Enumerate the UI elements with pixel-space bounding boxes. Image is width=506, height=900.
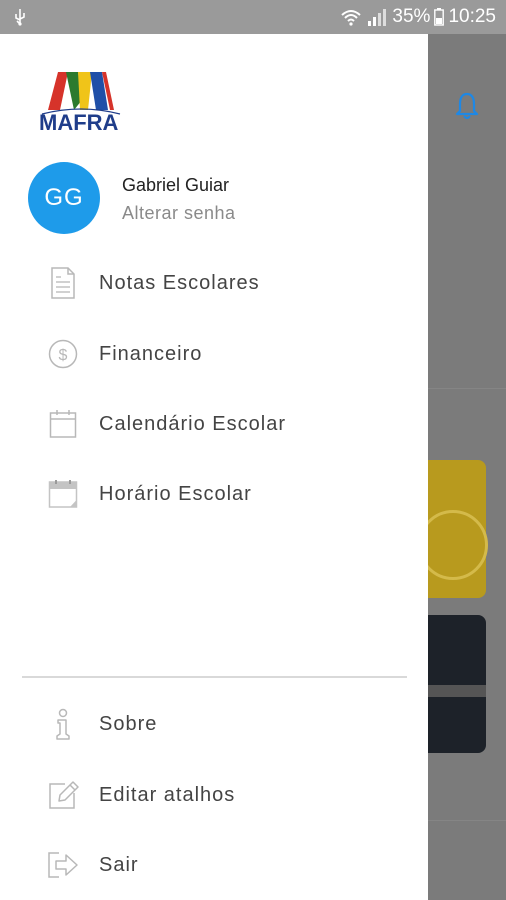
navigation-drawer: MAFRA GG Gabriel Guiar Alterar senha Not… — [0, 34, 428, 900]
finance-shortcut-card[interactable] — [418, 460, 488, 598]
avatar[interactable]: GG — [28, 162, 100, 234]
menu-item-label: Notas Escolares — [99, 271, 260, 294]
logout-icon — [46, 848, 80, 882]
menu-item-editar-atalhos[interactable]: Editar atalhos — [0, 765, 428, 825]
menu-item-label: Sobre — [99, 712, 158, 735]
change-password-link[interactable]: Alterar senha — [122, 203, 236, 224]
clock: 10:25 — [448, 6, 496, 27]
avatar-initials: GG — [44, 184, 84, 211]
divider — [428, 820, 506, 821]
grades-document-icon — [46, 266, 80, 300]
menu-item-label: Editar atalhos — [99, 783, 236, 806]
battery-icon — [434, 8, 445, 26]
schedule-shortcut-card[interactable] — [428, 615, 486, 753]
menu-item-notas-escolares[interactable]: Notas Escolares — [0, 253, 428, 313]
calendar-icon — [46, 407, 80, 441]
schedule-calendar-icon — [46, 477, 80, 511]
menu-divider — [22, 676, 407, 678]
usb-icon — [15, 9, 25, 26]
status-bar: 35% 10:25 — [0, 0, 506, 34]
svg-text:$: $ — [59, 347, 68, 364]
signal-icon — [368, 9, 387, 26]
menu-item-horario-escolar[interactable]: Horário Escolar — [0, 464, 428, 524]
divider — [428, 388, 506, 389]
menu-item-label: Sair — [99, 853, 139, 876]
menu-item-sobre[interactable]: Sobre — [0, 694, 428, 754]
shelf-shape — [428, 685, 486, 697]
wifi-icon — [341, 10, 362, 26]
user-name: Gabriel Guiar — [122, 175, 230, 195]
dollar-coin-icon — [418, 510, 488, 580]
menu-item-sair[interactable]: Sair — [0, 835, 428, 895]
menu-item-financeiro[interactable]: $ Financeiro — [0, 324, 428, 384]
info-icon — [46, 707, 80, 741]
edit-icon — [46, 778, 80, 812]
menu-item-label: Calendário Escolar — [99, 412, 286, 435]
notification-bell-icon[interactable] — [454, 91, 480, 121]
menu-item-label: Horário Escolar — [99, 482, 252, 505]
brand-name: MAFRA — [39, 110, 119, 135]
dollar-circle-icon: $ — [46, 337, 80, 371]
menu-item-calendario-escolar[interactable]: Calendário Escolar — [0, 394, 428, 454]
battery-percent: 35% — [392, 6, 431, 27]
menu-item-label: Financeiro — [99, 342, 203, 365]
